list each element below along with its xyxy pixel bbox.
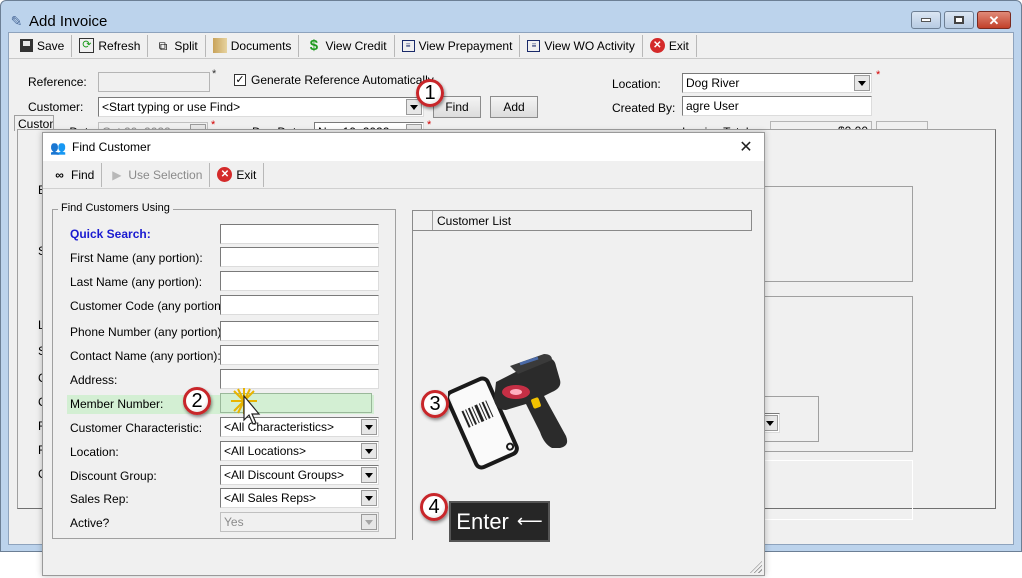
- customer-combo[interactable]: <Start typing or use Find>: [98, 97, 424, 117]
- row-selector-header: [413, 211, 433, 230]
- floppy-disk-icon: [20, 39, 33, 52]
- customer-code-input[interactable]: [220, 295, 379, 315]
- callout-1: 1: [416, 79, 444, 107]
- use-selection-button[interactable]: ▶ Use Selection: [102, 162, 211, 187]
- reference-field[interactable]: [98, 72, 210, 92]
- reference-label: Reference:: [28, 75, 87, 89]
- location-filter-label: Location:: [70, 445, 119, 459]
- generate-reference-checkbox[interactable]: ✓: [234, 74, 246, 86]
- refresh-icon: ⟳: [79, 38, 95, 53]
- phone-number-label: Phone Number (any portion):: [70, 325, 225, 339]
- customer-list-header: Customer List: [413, 211, 752, 231]
- created-by-field[interactable]: agre User: [682, 96, 872, 116]
- required-mark: *: [212, 68, 217, 80]
- view-prepayment-button[interactable]: ≡ View Prepayment: [395, 34, 521, 57]
- return-arrow-icon: ⟵: [516, 511, 543, 531]
- active-select[interactable]: Yes: [220, 512, 379, 532]
- chevron-down-icon[interactable]: [361, 419, 377, 435]
- dialog-toolbar: ∞ Find ▶ Use Selection ✕ Exit: [43, 161, 764, 189]
- dialog-close-button[interactable]: ✕: [736, 137, 756, 157]
- mouse-cursor: [231, 388, 261, 425]
- notes-panel: [763, 460, 913, 520]
- required-mark: *: [876, 69, 881, 81]
- contact-name-label: Contact Name (any portion):: [70, 349, 221, 363]
- chevron-down-icon[interactable]: [854, 75, 870, 91]
- save-button[interactable]: Save: [13, 34, 73, 57]
- first-name-label: First Name (any portion):: [70, 251, 203, 265]
- enter-key-illustration: Enter ⟵: [449, 501, 550, 542]
- chevron-down-icon[interactable]: [361, 514, 377, 530]
- chevron-down-icon[interactable]: [361, 467, 377, 483]
- quick-search-input[interactable]: [220, 224, 379, 244]
- phone-number-input[interactable]: [220, 321, 379, 341]
- discount-group-select[interactable]: <All Discount Groups>: [220, 465, 379, 485]
- group-title: Find Customers Using: [58, 202, 173, 214]
- enter-key-label: Enter: [456, 508, 509, 534]
- main-toolbar: Save ⟳ Refresh ⧉ Split Documents $ View …: [9, 33, 1013, 59]
- sales-rep-select[interactable]: <All Sales Reps>: [220, 488, 379, 508]
- info-panel: [763, 186, 913, 282]
- report-icon: ≡: [527, 39, 541, 52]
- maximize-icon: [954, 16, 964, 24]
- dialog-title-bar: 👥 Find Customer ✕: [43, 133, 764, 161]
- exit-button[interactable]: ✕ Exit: [643, 34, 697, 57]
- customer-label: Customer:: [28, 100, 84, 114]
- contact-name-input[interactable]: [220, 345, 379, 365]
- window-title: Add Invoice: [29, 12, 108, 30]
- customer-characteristic-label: Customer Characteristic:: [70, 421, 203, 435]
- find-button[interactable]: ∞ Find: [45, 162, 103, 187]
- last-name-input[interactable]: [220, 271, 379, 291]
- dialog-exit-button[interactable]: ✕ Exit: [210, 162, 265, 187]
- address-label: Address:: [70, 373, 118, 387]
- close-icon: ✕: [988, 12, 1000, 28]
- minimize-button[interactable]: [911, 11, 941, 29]
- active-label: Active?: [70, 516, 110, 530]
- refresh-button[interactable]: ⟳ Refresh: [72, 34, 149, 57]
- customers-icon: 👥: [50, 139, 67, 155]
- documents-icon: [212, 38, 227, 53]
- exit-icon: ✕: [649, 38, 665, 53]
- quick-search-label: Quick Search:: [70, 227, 151, 241]
- resize-grip[interactable]: [750, 561, 762, 573]
- callout-2: 2: [183, 387, 211, 415]
- location-select[interactable]: <All Locations>: [220, 441, 379, 461]
- minimize-icon: [921, 18, 931, 22]
- member-number-label: Member Number:: [70, 397, 164, 411]
- dollar-icon: $: [309, 37, 319, 54]
- customer-code-label: Customer Code (any portion):: [70, 299, 229, 313]
- view-credit-button[interactable]: $ View Credit: [299, 34, 395, 57]
- documents-button[interactable]: Documents: [206, 34, 300, 57]
- split-button[interactable]: ⧉ Split: [148, 34, 206, 57]
- chevron-down-icon[interactable]: [361, 490, 377, 506]
- maximize-button[interactable]: [944, 11, 974, 29]
- generate-reference-label: Generate Reference Automatically: [251, 73, 434, 87]
- find-customer-dialog: 👥 Find Customer ✕ ∞ Find ▶ Use Selection…: [42, 132, 765, 576]
- callout-3: 3: [421, 390, 449, 418]
- first-name-input[interactable]: [220, 247, 379, 267]
- find-customers-group: Find Customers Using Quick Search: First…: [52, 202, 396, 539]
- last-name-label: Last Name (any portion):: [70, 275, 203, 289]
- split-icon: ⧉: [158, 38, 168, 53]
- sales-rep-label: Sales Rep:: [70, 492, 129, 506]
- dialog-title: Find Customer: [72, 140, 151, 154]
- created-by-label: Created By:: [612, 101, 676, 115]
- location-combo[interactable]: Dog River: [682, 73, 872, 93]
- location-label: Location:: [612, 77, 661, 91]
- customer-list-column[interactable]: Customer List: [437, 214, 511, 228]
- binoculars-icon: ∞: [55, 167, 64, 182]
- window-title-bar: ✎ Add Invoice: [9, 10, 108, 32]
- exit-icon: ✕: [217, 167, 233, 182]
- close-button[interactable]: ✕: [977, 11, 1011, 29]
- callout-4: 4: [420, 493, 448, 521]
- add-customer-button[interactable]: Add: [490, 96, 538, 118]
- invoice-icon: ✎: [10, 13, 23, 29]
- chevron-down-icon[interactable]: [361, 443, 377, 459]
- close-icon: ✕: [739, 139, 753, 156]
- view-wo-activity-button[interactable]: ≡ View WO Activity: [520, 34, 643, 57]
- discount-group-label: Discount Group:: [70, 469, 157, 483]
- barcode-scanner-illustration: [448, 354, 568, 470]
- report-icon: ≡: [401, 39, 415, 52]
- play-icon: ▶: [112, 167, 122, 182]
